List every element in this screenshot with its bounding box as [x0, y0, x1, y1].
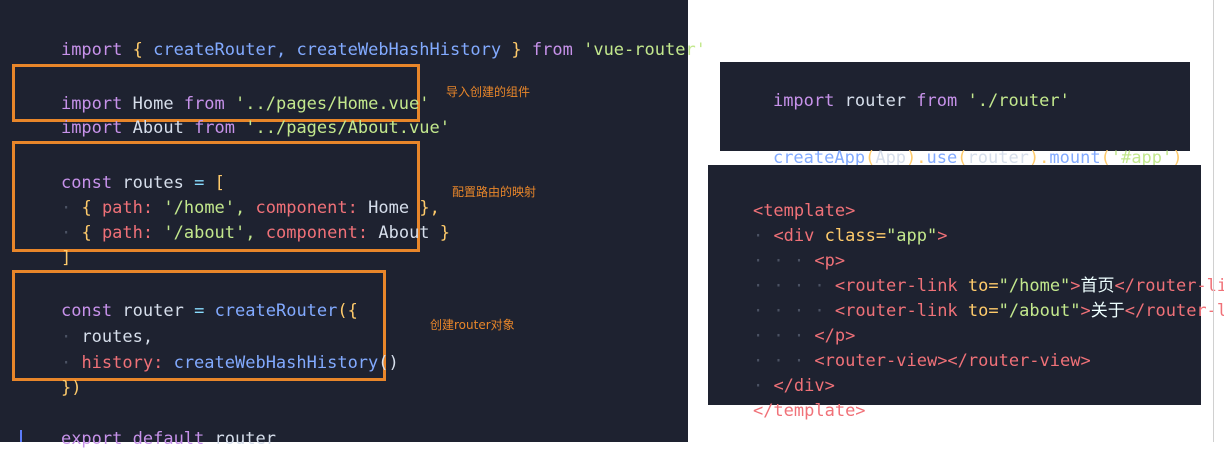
- code-line-route-about: · { path: '/about', component: About }: [60, 223, 451, 243]
- import-components-note: 导入创建的组件: [446, 85, 531, 99]
- main-js-panel: import router from './router' createApp(…: [720, 62, 1190, 168]
- window-edge-divider: [1213, 0, 1214, 442]
- create-router-note: 创建router对象: [430, 318, 515, 332]
- router-config-panel: import { createRouter, createWebHashHist…: [0, 0, 706, 449]
- app-template-panel: <template> · <div class="app"> · · · <p>…: [708, 165, 1224, 421]
- code-line-export: export default router: [60, 429, 276, 449]
- routes-mapping-note: 配置路由的映射: [452, 185, 537, 199]
- text-cursor: [20, 430, 22, 442]
- code-line-template-close: </template>: [752, 401, 866, 421]
